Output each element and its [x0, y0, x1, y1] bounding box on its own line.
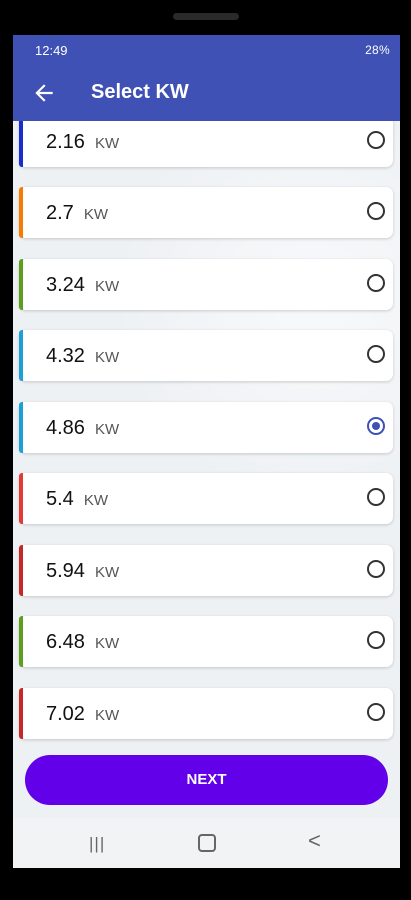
accent-bar — [19, 259, 23, 310]
kw-unit: KW — [94, 564, 120, 581]
home-icon[interactable] — [198, 834, 216, 852]
radio-button[interactable] — [367, 560, 385, 578]
accent-bar — [19, 545, 23, 596]
kw-unit: KW — [94, 135, 120, 152]
next-button[interactable]: NEXT — [25, 755, 388, 805]
radio-button[interactable] — [367, 488, 385, 506]
speaker-grille — [173, 13, 239, 20]
recent-apps-icon[interactable]: ||| — [89, 834, 105, 854]
kw-option-row[interactable]: 2.16 KW — [19, 121, 393, 167]
kw-value: 5.4 — [46, 488, 74, 510]
kw-unit: KW — [94, 349, 120, 366]
accent-bar — [19, 402, 23, 453]
kw-value: 4.86 — [46, 417, 85, 439]
back-chevron-icon[interactable]: < — [308, 828, 321, 854]
radio-button[interactable] — [367, 345, 385, 363]
radio-button[interactable] — [367, 274, 385, 292]
accent-bar — [19, 330, 23, 381]
kw-option-row[interactable]: 5.94 KW — [19, 545, 393, 596]
kw-value: 4.32 — [46, 345, 85, 367]
radio-button[interactable] — [367, 202, 385, 220]
system-nav-bar: ||| < — [13, 818, 400, 868]
kw-unit: KW — [83, 492, 108, 509]
kw-option-row[interactable]: 7.02 KW — [19, 688, 393, 739]
kw-value: 7.02 — [46, 703, 85, 725]
radio-button[interactable] — [367, 631, 385, 649]
kw-option-row[interactable]: 2.7 KW — [19, 187, 393, 238]
kw-value: 5.94 — [46, 560, 85, 582]
kw-unit: KW — [94, 635, 120, 652]
accent-bar — [19, 688, 23, 739]
kw-option-row[interactable]: 4.86 KW — [19, 402, 393, 453]
app-bar: Select KW — [13, 65, 400, 121]
kw-unit: KW — [94, 707, 120, 724]
status-time: 12:49 — [35, 43, 68, 58]
status-bar: 12:49 28% — [13, 35, 400, 65]
kw-unit: KW — [83, 206, 108, 223]
kw-value: 2.16 — [46, 131, 85, 153]
battery-percent: 28% — [365, 43, 390, 57]
radio-button[interactable] — [367, 703, 385, 721]
kw-value: 2.7 — [46, 202, 74, 224]
kw-value: 6.48 — [46, 631, 85, 653]
kw-option-row[interactable]: 4.32 KW — [19, 330, 393, 381]
accent-bar — [19, 616, 23, 667]
accent-bar — [19, 473, 23, 524]
device-frame: 12:49 28% Select KW 2.16 KW 2.7 KW 3.24 KW — [0, 0, 411, 900]
screen: 12:49 28% Select KW 2.16 KW 2.7 KW 3.24 KW — [13, 35, 400, 868]
kw-list[interactable]: 2.16 KW 2.7 KW 3.24 KW 4.32 KW 4.86 KW 5… — [13, 121, 400, 746]
accent-bar — [19, 187, 23, 238]
kw-option-row[interactable]: 6.48 KW — [19, 616, 393, 667]
kw-unit: KW — [94, 278, 120, 295]
radio-button[interactable] — [367, 131, 385, 149]
back-arrow-icon[interactable] — [31, 80, 57, 106]
accent-bar — [19, 121, 23, 167]
kw-option-row[interactable]: 5.4 KW — [19, 473, 393, 524]
kw-option-row[interactable]: 3.24 KW — [19, 259, 393, 310]
kw-value: 3.24 — [46, 274, 85, 296]
radio-button[interactable] — [367, 417, 385, 435]
kw-unit: KW — [94, 421, 120, 438]
page-title: Select KW — [91, 81, 189, 103]
